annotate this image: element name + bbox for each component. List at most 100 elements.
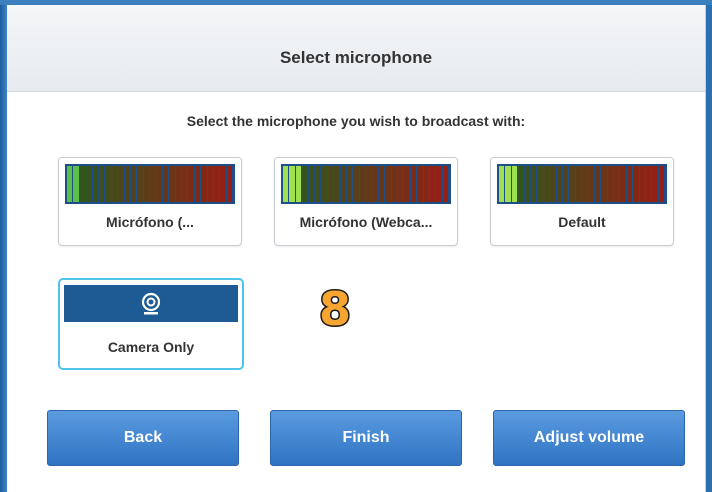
- meter-segment: [620, 166, 626, 202]
- meter-segment: [118, 166, 124, 202]
- meter-segment: [404, 166, 410, 202]
- meter-segment: [175, 166, 182, 202]
- microphone-option-2[interactable]: Micrófono (Webca...: [274, 157, 458, 246]
- meter-segment: [289, 166, 295, 202]
- meter-segment: [137, 166, 143, 202]
- instruction-text: Select the microphone you wish to broadc…: [186, 113, 526, 129]
- microphone-label: Micrófono (...: [106, 214, 194, 230]
- meter-segment: [92, 166, 98, 202]
- desktop-edge: [0, 0, 7, 492]
- meter-segment: [150, 166, 156, 202]
- meter-segment: [105, 166, 111, 202]
- meter-segment: [188, 166, 194, 202]
- meter-segment: [207, 166, 213, 202]
- meter-segment: [143, 166, 150, 202]
- meter-segment: [130, 166, 137, 202]
- meter-segment: [98, 166, 105, 202]
- meter-segment: [385, 166, 391, 202]
- meter-segment: [226, 166, 233, 202]
- meter-segment: [429, 166, 436, 202]
- meter-segment: [645, 166, 652, 202]
- meter-segment: [346, 166, 353, 202]
- meter-segment: [607, 166, 614, 202]
- finish-button[interactable]: Finish: [270, 410, 462, 466]
- select-microphone-dialog: Select microphone Select the microphone …: [7, 5, 706, 492]
- step-number-overlay: 8: [317, 281, 352, 338]
- camera-only-option[interactable]: Camera Only: [58, 278, 244, 370]
- meter-segment: [582, 166, 588, 202]
- meter-segment: [417, 166, 423, 202]
- meter-segment: [436, 166, 442, 202]
- meter-segment: [314, 166, 321, 202]
- meter-segment: [633, 166, 639, 202]
- meter-segment: [162, 166, 169, 202]
- meter-segment: [302, 166, 308, 202]
- meter-segment: [86, 166, 92, 202]
- meter-segment: [442, 166, 449, 202]
- meter-segment: [67, 166, 73, 202]
- meter-segment: [391, 166, 398, 202]
- level-meter: [497, 164, 667, 204]
- meter-segment: [359, 166, 366, 202]
- webcam-icon: [141, 292, 161, 314]
- meter-segment: [588, 166, 594, 202]
- meter-segment: [220, 166, 226, 202]
- meter-segment: [594, 166, 601, 202]
- meter-segment: [562, 166, 569, 202]
- meter-segment: [378, 166, 385, 202]
- meter-segment: [366, 166, 372, 202]
- microphone-label: Micrófono (Webca...: [299, 214, 433, 230]
- meter-segment: [111, 166, 118, 202]
- dialog-title: Select microphone: [279, 48, 433, 67]
- meter-segment: [321, 166, 327, 202]
- level-meter: [281, 164, 451, 204]
- meter-segment: [537, 166, 543, 202]
- meter-segment: [73, 166, 79, 202]
- meter-segment: [601, 166, 607, 202]
- adjust-volume-button[interactable]: Adjust volume: [493, 410, 685, 466]
- meter-segment: [505, 166, 511, 202]
- back-button[interactable]: Back: [47, 410, 239, 466]
- dialog-header: Select microphone: [7, 5, 705, 92]
- meter-segment: [194, 166, 201, 202]
- meter-segment: [372, 166, 378, 202]
- meter-segment: [340, 166, 346, 202]
- meter-segment: [213, 166, 220, 202]
- meter-segment: [575, 166, 582, 202]
- meter-segment: [569, 166, 575, 202]
- meter-segment: [182, 166, 188, 202]
- microphone-option-1[interactable]: Micrófono (...: [58, 157, 242, 246]
- meter-segment: [499, 166, 505, 202]
- camera-only-label: Camera Only: [107, 339, 195, 355]
- meter-segment: [518, 166, 524, 202]
- meter-segment: [543, 166, 550, 202]
- meter-segment: [423, 166, 429, 202]
- meter-segment: [511, 166, 518, 202]
- meter-segment: [652, 166, 658, 202]
- level-meter: [65, 164, 235, 204]
- microphone-label: Default: [558, 214, 606, 230]
- meter-segment: [550, 166, 556, 202]
- meter-segment: [398, 166, 404, 202]
- meter-segment: [626, 166, 633, 202]
- meter-segment: [156, 166, 162, 202]
- meter-segment: [201, 166, 207, 202]
- meter-segment: [334, 166, 340, 202]
- meter-segment: [124, 166, 130, 202]
- camera-bar: [64, 285, 238, 322]
- meter-segment: [283, 166, 289, 202]
- meter-segment: [524, 166, 530, 202]
- meter-segment: [169, 166, 175, 202]
- meter-segment: [353, 166, 359, 202]
- meter-segment: [410, 166, 417, 202]
- meter-segment: [658, 166, 665, 202]
- meter-segment: [556, 166, 562, 202]
- meter-segment: [530, 166, 537, 202]
- microphone-option-default[interactable]: Default: [490, 157, 674, 246]
- meter-segment: [639, 166, 645, 202]
- meter-segment: [614, 166, 620, 202]
- meter-segment: [295, 166, 302, 202]
- meter-segment: [79, 166, 86, 202]
- meter-segment: [308, 166, 314, 202]
- meter-segment: [327, 166, 334, 202]
